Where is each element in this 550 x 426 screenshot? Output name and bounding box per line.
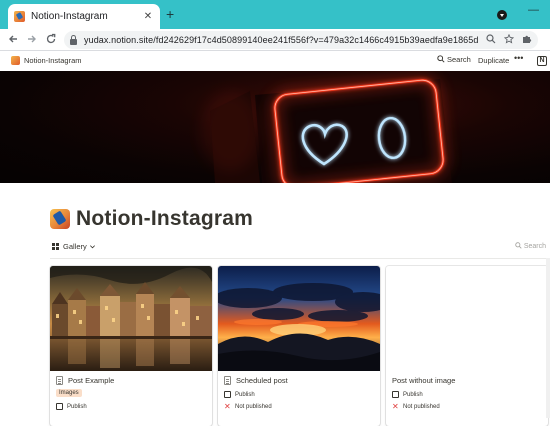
view-label: Gallery (63, 242, 87, 251)
url-text[interactable]: yudax.notion.site/fd242629f17c4d50899140… (84, 35, 478, 45)
page-document-icon (56, 376, 63, 385)
more-options-button[interactable]: ••• (514, 53, 523, 63)
duplicate-button[interactable]: Duplicate (478, 56, 509, 65)
view-selector[interactable]: Gallery (52, 242, 96, 251)
search-icon (515, 242, 522, 249)
property-label: Publish (67, 403, 87, 410)
divider (50, 258, 550, 259)
property-label: Publish (235, 391, 255, 398)
checkbox-icon[interactable] (56, 403, 63, 410)
card-cover-image (50, 266, 212, 371)
address-bar[interactable]: yudax.notion.site/fd242629f17c4d50899140… (64, 31, 538, 49)
page-title: Notion-Instagram (76, 207, 254, 230)
gallery-grid-icon (52, 243, 59, 250)
publish-property[interactable]: Publish (56, 403, 87, 410)
notion-favicon-icon (14, 11, 25, 22)
gallery-card[interactable]: Post without image Publish ✕ Not publish… (386, 266, 548, 426)
card-title-text: Post Example (68, 376, 115, 385)
checkbox-icon[interactable] (224, 391, 231, 398)
extensions-puzzle-icon[interactable] (522, 34, 532, 47)
card-title[interactable]: Post without image (392, 376, 455, 385)
back-arrow-icon[interactable] (6, 33, 20, 48)
card-cover-empty (386, 266, 548, 371)
new-tab-button[interactable]: + (166, 7, 174, 21)
profile-menu-icon[interactable] (497, 10, 507, 20)
browser-tab-bar: Notion-Instagram ✕ + — (0, 0, 550, 29)
forward-arrow-icon[interactable] (25, 33, 39, 48)
publish-property[interactable]: Publish (224, 391, 255, 398)
zoom-search-icon[interactable] (486, 33, 496, 47)
page-cover-image (0, 71, 550, 183)
browser-toolbar: yudax.notion.site/fd242629f17c4d50899140… (0, 29, 550, 51)
status-label: Not published (235, 403, 272, 410)
notion-logo-icon[interactable]: N (537, 56, 547, 66)
lock-icon[interactable] (70, 34, 77, 45)
checkbox-icon[interactable] (392, 391, 399, 398)
bookmark-star-icon[interactable] (503, 33, 515, 47)
page-icon[interactable] (50, 209, 70, 229)
chevron-down-icon (89, 245, 95, 249)
view-search-placeholder: Search (523, 243, 546, 250)
status-property: ✕ Not published (224, 402, 272, 411)
breadcrumb[interactable]: Notion-Instagram (24, 56, 82, 65)
search-button[interactable]: Search (437, 55, 471, 64)
card-title[interactable]: Scheduled post (224, 376, 288, 385)
card-cover-image (218, 266, 380, 371)
tab-close-icon[interactable]: ✕ (142, 11, 154, 22)
property-label: Publish (403, 391, 423, 398)
view-search-input[interactable]: Search (515, 242, 546, 250)
page-document-icon (224, 376, 231, 385)
search-icon (437, 55, 445, 63)
status-label: Not published (403, 403, 440, 410)
minimize-window-button[interactable]: — (528, 4, 539, 16)
card-title[interactable]: Post Example (56, 376, 114, 385)
status-property: ✕ Not published (392, 402, 440, 411)
x-mark-icon: ✕ (224, 402, 231, 411)
notion-topbar: Notion-Instagram Search Duplicate ••• N (0, 51, 550, 71)
publish-property[interactable]: Publish (392, 391, 423, 398)
search-label: Search (447, 55, 471, 64)
reload-icon[interactable] (44, 33, 58, 48)
page-favicon-icon (11, 56, 20, 65)
card-title-text: Post without image (392, 376, 456, 385)
tab-title: Notion-Instagram (31, 11, 108, 22)
x-mark-icon: ✕ (392, 402, 399, 411)
page-scrollbar[interactable] (546, 258, 550, 418)
page-title-block: Notion-Instagram (50, 207, 253, 231)
browser-tab[interactable]: Notion-Instagram ✕ (8, 4, 160, 29)
card-title-text: Scheduled post (236, 376, 288, 385)
gallery-card[interactable]: Scheduled post Publish ✕ Not published (218, 266, 380, 426)
database-view-bar: Gallery Search (50, 240, 546, 256)
tag-badge: Images (56, 389, 82, 397)
gallery-card[interactable]: Post Example Images Publish (50, 266, 212, 426)
